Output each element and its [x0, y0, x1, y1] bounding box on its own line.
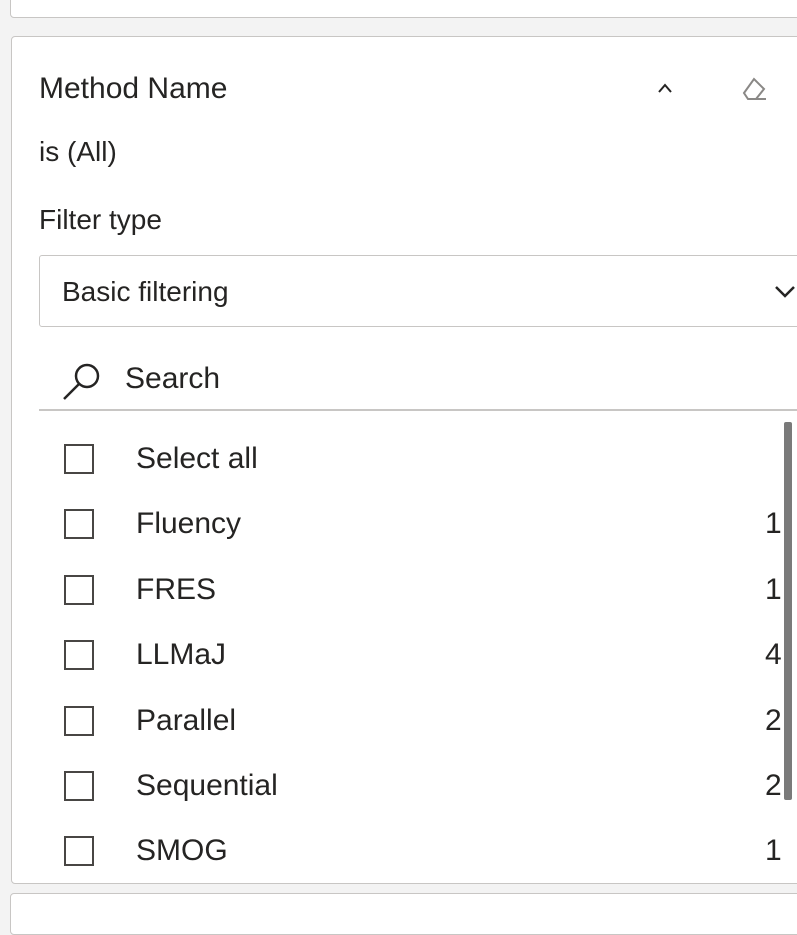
list-item-smog[interactable]: SMOG 1 [39, 821, 797, 881]
list-scrollbar[interactable] [784, 422, 792, 800]
search-box[interactable] [39, 349, 797, 411]
list-item-count: 1 [765, 573, 782, 606]
list-item-count: 1 [765, 507, 782, 540]
chevron-up-icon[interactable] [652, 75, 678, 101]
search-icon [63, 363, 100, 400]
list-item-count: 4 [765, 638, 782, 671]
list-item-label: Sequential [136, 769, 278, 802]
list-item-count: 1 [765, 834, 782, 867]
list-item-parallel[interactable]: Parallel 2 [39, 691, 797, 751]
list-item-label: SMOG [136, 834, 228, 867]
list-item-label: Fluency [136, 507, 242, 540]
filter-values-list: Select all Fluency 1 FRES 1 LLMaJ 4 Para… [39, 429, 797, 883]
fluency-checkbox[interactable] [64, 509, 94, 539]
list-item-label: Select all [136, 442, 258, 475]
fres-checkbox[interactable] [64, 575, 94, 605]
llmaj-checkbox[interactable] [64, 640, 94, 670]
chevron-down-icon [775, 286, 795, 298]
select-all-checkbox[interactable] [64, 444, 94, 474]
previous-filter-card [10, 0, 797, 18]
eraser-icon[interactable] [740, 73, 770, 103]
list-item-sequential[interactable]: Sequential 2 [39, 756, 797, 816]
list-item-label: FRES [136, 573, 217, 606]
list-item-fluency[interactable]: Fluency 1 [39, 494, 797, 554]
filter-card: Method Name is (All) Filter type Basic f… [11, 36, 797, 884]
list-item-fres[interactable]: FRES 1 [39, 560, 797, 620]
next-filter-card [10, 893, 797, 935]
search-input[interactable] [125, 361, 725, 397]
list-item-label: Parallel [136, 704, 237, 737]
list-item-llmaj[interactable]: LLMaJ 4 [39, 625, 797, 685]
sequential-checkbox[interactable] [64, 771, 94, 801]
smog-checkbox[interactable] [64, 836, 94, 866]
list-item-label: LLMaJ [136, 638, 227, 671]
list-item-count: 2 [765, 704, 782, 737]
filter-summary: is (All) [39, 136, 117, 167]
filter-type-dropdown[interactable]: Basic filtering [39, 255, 797, 327]
list-item-select-all[interactable]: Select all [39, 429, 797, 489]
list-item-count: 2 [765, 769, 782, 802]
filter-card-title: Method Name [39, 72, 228, 105]
filter-type-label: Filter type [39, 204, 162, 235]
parallel-checkbox[interactable] [64, 706, 94, 736]
filter-type-value: Basic filtering [62, 276, 229, 307]
